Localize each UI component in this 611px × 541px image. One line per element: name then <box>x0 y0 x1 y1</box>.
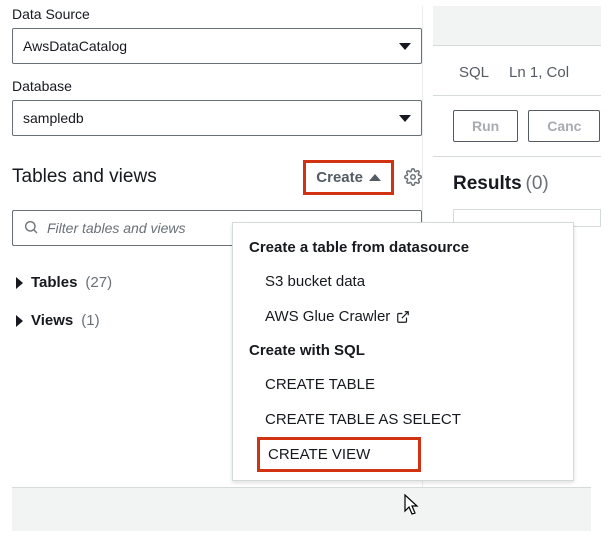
dropdown-group-sql: Create with SQL <box>233 334 573 367</box>
bottom-bar <box>12 487 591 531</box>
views-count: (1) <box>81 312 99 329</box>
editor-mode: SQL <box>459 64 489 81</box>
datasource-select[interactable]: AwsDataCatalog <box>12 28 422 64</box>
dropdown-item-s3[interactable]: S3 bucket data <box>233 264 573 299</box>
search-icon <box>23 219 39 238</box>
datasource-value: AwsDataCatalog <box>23 38 127 54</box>
mouse-cursor-icon <box>401 493 421 520</box>
tables-label: Tables <box>31 274 77 291</box>
tables-views-title: Tables and views <box>12 166 157 188</box>
datasource-label: Data Source <box>12 6 422 22</box>
create-dropdown: Create a table from datasource S3 bucket… <box>232 222 574 481</box>
views-label: Views <box>31 312 73 329</box>
dropdown-group-datasource: Create a table from datasource <box>233 231 573 264</box>
external-link-icon <box>396 310 410 324</box>
caret-up-icon <box>369 174 381 181</box>
tables-count: (27) <box>85 274 112 291</box>
dropdown-item-create-view[interactable]: CREATE VIEW <box>257 437 421 472</box>
dropdown-item-glue[interactable]: AWS Glue Crawler <box>233 299 573 334</box>
database-select[interactable]: sampledb <box>12 100 422 136</box>
caret-down-icon <box>399 43 411 50</box>
run-button[interactable]: Run <box>453 110 518 142</box>
dropdown-item-create-table[interactable]: CREATE TABLE <box>233 367 573 402</box>
database-label: Database <box>12 78 422 94</box>
create-button-label: Create <box>316 169 363 186</box>
caret-right-icon <box>16 277 23 289</box>
results-count: (0) <box>526 173 549 194</box>
caret-down-icon <box>399 115 411 122</box>
tab-strip <box>433 6 601 46</box>
results-title: Results <box>453 173 522 194</box>
dropdown-item-create-table-as-select[interactable]: CREATE TABLE AS SELECT <box>233 402 573 437</box>
cancel-button[interactable]: Canc <box>528 110 600 142</box>
dropdown-item-glue-label: AWS Glue Crawler <box>265 308 390 325</box>
caret-right-icon <box>16 315 23 327</box>
database-value: sampledb <box>23 110 84 126</box>
create-button[interactable]: Create <box>303 160 394 195</box>
editor-position: Ln 1, Col <box>509 64 569 81</box>
gear-icon[interactable] <box>404 168 422 186</box>
